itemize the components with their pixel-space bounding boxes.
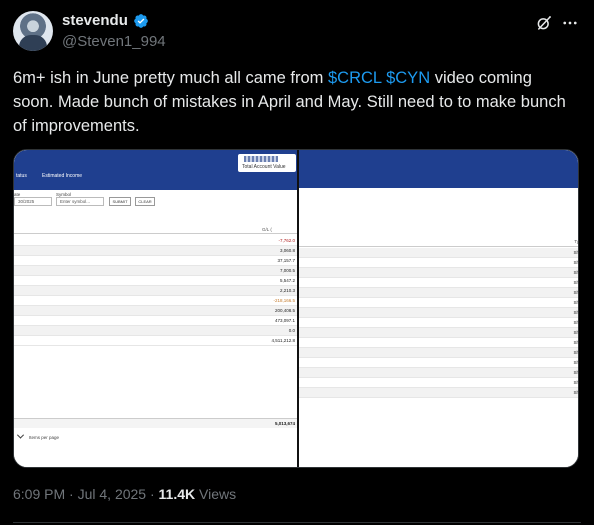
- symbol-input: Enter symbol...: [56, 197, 104, 206]
- type-value: Sh: [573, 260, 579, 265]
- type-value: Sh: [573, 290, 579, 295]
- clear-button: CLEAR: [135, 197, 155, 206]
- pagination-footer: Items per page: [14, 431, 60, 440]
- post-date[interactable]: Jul 4, 2025: [78, 486, 147, 502]
- gl-value: 37,157.7: [277, 258, 295, 263]
- type-value: Sh: [573, 350, 579, 355]
- grok-icon[interactable]: [535, 14, 553, 32]
- display-name[interactable]: stevendu: [62, 12, 128, 29]
- gl-column-header: G/L (: [262, 227, 272, 232]
- type-value: Sh: [573, 330, 579, 335]
- table-row: 5,547.2: [14, 276, 297, 286]
- table-row: Sh: [299, 388, 579, 398]
- table-header: Ty: [299, 239, 579, 247]
- type-value: Sh: [573, 250, 579, 255]
- tab-estimated-income: Estimated Income: [42, 173, 83, 179]
- table-row: 200,408.5: [14, 306, 297, 316]
- table-row: 7,000.5: [14, 266, 297, 276]
- gl-value: 473,097.1: [274, 318, 295, 323]
- table-row: 3,060.8: [14, 246, 297, 256]
- tab-status: tatus: [16, 173, 27, 179]
- verified-badge-icon[interactable]: [133, 13, 149, 29]
- gl-value: 5,547.2: [279, 278, 295, 283]
- table-row: Sh: [299, 298, 579, 308]
- app-banner: [299, 150, 578, 188]
- table-row: Sh: [299, 308, 579, 318]
- tweet: stevendu @Steven1_994 6m+ ish in June pr…: [0, 0, 594, 525]
- table-row: 473,097.1: [14, 316, 297, 326]
- gl-value: 4,511,212.8: [271, 338, 295, 343]
- redacted-value: [244, 156, 278, 162]
- table-row: Sh: [299, 378, 579, 388]
- screenshot-left-panel: Total Account Value tatus Estimated Inco…: [14, 150, 297, 467]
- type-value: Sh: [573, 300, 579, 305]
- gl-value: 0.0: [288, 328, 295, 333]
- tweet-text-part: 6m+ ish in June pretty much all came fro…: [13, 69, 328, 87]
- author-name-row: stevendu: [62, 12, 149, 29]
- table-row: Sh: [299, 248, 579, 258]
- items-per-page-label: Items per page: [29, 435, 60, 440]
- type-value: Sh: [573, 380, 579, 385]
- type-value: Sh: [573, 310, 579, 315]
- table-row: 2,210.3: [14, 286, 297, 296]
- table-row: 0.0: [14, 326, 297, 336]
- table-row: Sh: [299, 318, 579, 328]
- gl-value: 2,210.3: [279, 288, 295, 293]
- table-row: Sh: [299, 348, 579, 358]
- avatar[interactable]: [13, 11, 53, 51]
- type-value: Sh: [573, 280, 579, 285]
- table-header: [14, 226, 297, 234]
- table-row: Sh: [299, 328, 579, 338]
- tweet-meta: 6:09 PM · Jul 4, 2025 · 11.4K Views: [13, 486, 236, 502]
- chevron-down-icon: [16, 431, 25, 439]
- type-value: Sh: [573, 370, 579, 375]
- total-value: 5,013,674: [274, 421, 295, 426]
- divider: [13, 522, 581, 523]
- type-value: Sh: [573, 360, 579, 365]
- table-row: 37,157.7: [14, 256, 297, 266]
- type-value: Sh: [573, 340, 579, 345]
- gl-value: -7,762.0: [278, 238, 295, 243]
- meta-separator: ·: [69, 486, 74, 502]
- table-row: 4,511,212.8: [14, 336, 297, 346]
- total-account-value-box: Total Account Value: [238, 154, 296, 172]
- table-row: -7,762.0: [14, 236, 297, 246]
- cashtag-link[interactable]: $CYN: [386, 69, 430, 87]
- table-row: Sh: [299, 258, 579, 268]
- meta-separator: ·: [149, 486, 155, 502]
- media-image[interactable]: Total Account Value tatus Estimated Inco…: [13, 149, 579, 468]
- table-row: Sh: [299, 288, 579, 298]
- type-value: Sh: [573, 390, 579, 395]
- table-row: Sh: [299, 358, 579, 368]
- gl-value: 200,408.5: [274, 308, 295, 313]
- table-row: Sh: [299, 268, 579, 278]
- table-row: Sh: [299, 338, 579, 348]
- type-value: Sh: [573, 270, 579, 275]
- total-account-value-label: Total Account Value: [242, 164, 286, 170]
- total-row: 5,013,674: [14, 418, 297, 428]
- gl-value: 7,000.5: [279, 268, 295, 273]
- cashtag-link[interactable]: $CRCL: [328, 69, 382, 87]
- table-row: Sh: [299, 278, 579, 288]
- type-value: Sh: [573, 320, 579, 325]
- screenshot-right-panel: Ty Sh Sh Sh Sh Sh Sh Sh Sh Sh Sh Sh Sh S…: [299, 150, 579, 467]
- gl-value: -218,166.5: [273, 298, 295, 303]
- submit-button: SUBMIT: [109, 197, 131, 206]
- views-label: Views: [199, 486, 237, 502]
- views-count[interactable]: 11.4K: [159, 486, 196, 502]
- more-options-icon[interactable]: [561, 14, 579, 32]
- post-time[interactable]: 6:09 PM: [13, 486, 65, 502]
- tweet-text: 6m+ ish in June pretty much all came fro…: [13, 66, 573, 138]
- type-column-header: Ty: [574, 239, 579, 244]
- table-row: Sh: [299, 368, 579, 378]
- author-handle[interactable]: @Steven1_994: [62, 33, 166, 50]
- gl-value: 3,060.8: [279, 248, 295, 253]
- date-input: 30/2025: [14, 197, 52, 206]
- table-row: -218,166.5: [14, 296, 297, 306]
